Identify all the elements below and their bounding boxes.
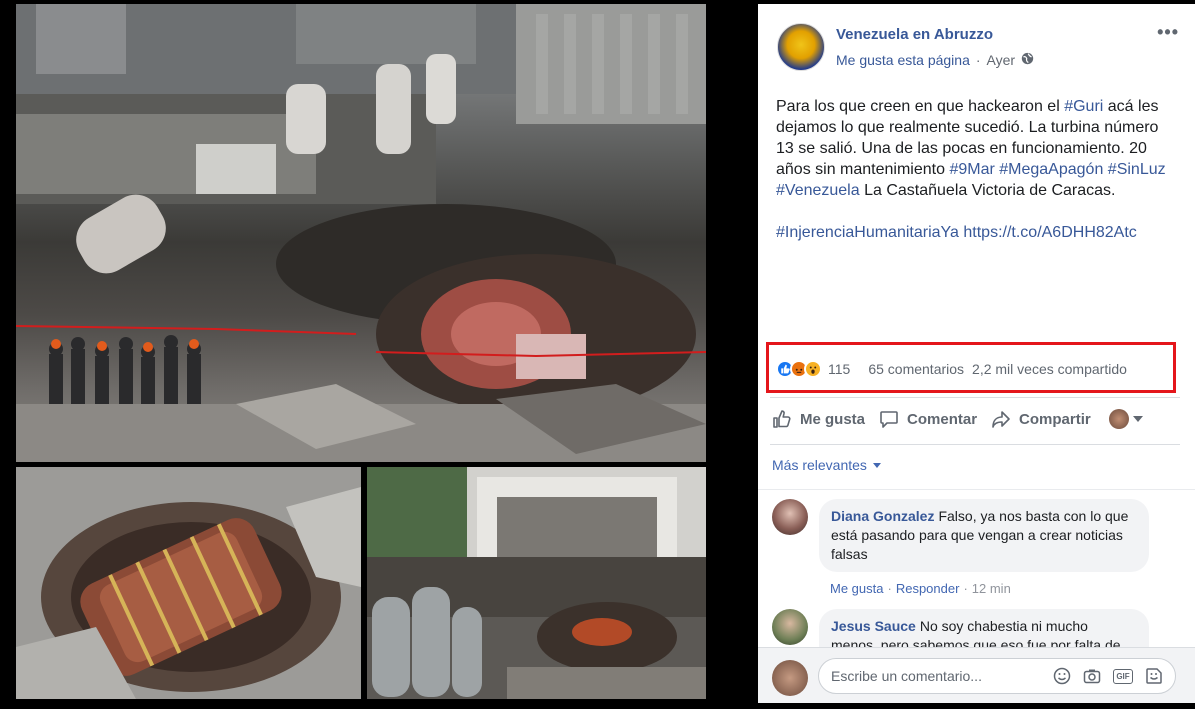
thumbs-up-icon xyxy=(772,409,792,429)
camera-icon[interactable] xyxy=(1083,667,1101,685)
photo-turbine-hall xyxy=(16,4,706,462)
comment-sort-label: Más relevantes xyxy=(772,457,867,473)
comment-button-label: Comentar xyxy=(907,410,978,428)
comment-like-link[interactable]: Me gusta xyxy=(830,581,883,596)
photo-machine-hall xyxy=(367,467,706,699)
sticker-icon[interactable] xyxy=(1145,667,1163,685)
divider xyxy=(758,489,1195,490)
post-text: Para los que creen en que hackearon el #… xyxy=(776,96,1176,243)
comment-input-placeholder: Escribe un comentario... xyxy=(831,668,982,684)
comment-reply-link[interactable]: Responder xyxy=(896,581,960,596)
commenter-avatar[interactable] xyxy=(772,609,808,645)
post-actions: Me gusta Comentar Compartir xyxy=(772,402,1182,436)
comment-item: Jesus Sauce No soy chabestia ni mucho men… xyxy=(772,609,1182,649)
like-page-link[interactable]: Me gusta esta página xyxy=(836,52,970,68)
external-link[interactable]: https://t.co/A6DHH82Atc xyxy=(963,224,1136,241)
post-photo-viewer[interactable] xyxy=(0,0,758,709)
like-button-label: Me gusta xyxy=(800,410,866,428)
share-arrow-icon xyxy=(991,409,1011,429)
speech-bubble-icon xyxy=(879,409,899,429)
comment-bubble: Jesus Sauce No soy chabestia ni mucho men… xyxy=(819,609,1149,649)
post-time[interactable]: Ayer xyxy=(987,52,1016,68)
collapsed-turbine-illustration xyxy=(16,467,361,699)
separator-dot: · xyxy=(975,52,981,68)
post-text-part: La Castañuela Victoria de Caracas. xyxy=(859,182,1116,199)
comment-composer: Escribe un comentario... GIF xyxy=(758,647,1195,703)
user-avatar xyxy=(772,660,808,696)
reaction-identity-picker[interactable] xyxy=(1108,409,1143,429)
hashtag-link[interactable]: #MegaApagón xyxy=(999,161,1103,178)
shares-count-link[interactable]: 2,2 mil veces compartido xyxy=(972,361,1127,377)
user-avatar xyxy=(1108,409,1129,429)
comment-time[interactable]: 12 min xyxy=(972,581,1011,596)
machine-hall-illustration xyxy=(367,467,706,699)
page-avatar[interactable] xyxy=(777,23,825,71)
reactions-summary: 115 65 comentarios 2,2 mil veces compart… xyxy=(776,359,1176,379)
wow-reaction-icon[interactable] xyxy=(804,360,822,378)
hashtag-link[interactable]: #Venezuela xyxy=(776,182,860,199)
hashtag-link[interactable]: #SinLuz xyxy=(1108,161,1166,178)
comment-bubble: Diana Gonzalez Falso, ya nos basta con lo… xyxy=(819,499,1149,572)
turbine-hall-illustration xyxy=(16,4,706,462)
gif-icon[interactable]: GIF xyxy=(1113,668,1133,684)
globe-icon xyxy=(1021,52,1034,68)
comment-author-link[interactable]: Jesus Sauce xyxy=(831,618,916,634)
hashtag-link[interactable]: #InjerenciaHumanitariaYa xyxy=(776,224,959,241)
photo-collapsed-turbine xyxy=(16,467,361,699)
hashtag-link[interactable]: #9Mar xyxy=(949,161,994,178)
hashtag-link[interactable]: #Guri xyxy=(1064,98,1103,115)
chevron-down-icon xyxy=(872,462,881,468)
chevron-down-icon xyxy=(1132,416,1143,422)
share-button[interactable]: Compartir xyxy=(991,409,1091,429)
divider xyxy=(770,397,1180,398)
comments-count-link[interactable]: 65 comentarios xyxy=(868,361,964,377)
comment-input[interactable]: Escribe un comentario... GIF xyxy=(818,658,1176,694)
share-button-label: Compartir xyxy=(1019,410,1091,428)
separator-dot: · xyxy=(887,581,892,596)
divider xyxy=(770,444,1180,445)
more-options-button[interactable]: ••• xyxy=(1157,22,1179,43)
comment-meta: Me gusta · Responder · 12 min xyxy=(830,581,1011,596)
like-button[interactable]: Me gusta xyxy=(772,409,865,429)
commenter-avatar[interactable] xyxy=(772,499,808,535)
composer-tools: GIF xyxy=(1053,667,1163,685)
reaction-count[interactable]: 115 xyxy=(828,361,850,377)
comment-author-link[interactable]: Diana Gonzalez xyxy=(831,508,934,524)
post-panel: Venezuela en Abruzzo Me gusta esta págin… xyxy=(758,4,1195,703)
comment-button[interactable]: Comentar xyxy=(879,409,977,429)
post-text-part: Para los que creen en que hackearon el xyxy=(776,98,1065,115)
post-subheader: Me gusta esta página · Ayer xyxy=(836,52,1034,68)
comment-sort-dropdown[interactable]: Más relevantes xyxy=(772,457,881,473)
separator-dot: · xyxy=(963,581,968,596)
post-header: Venezuela en Abruzzo Me gusta esta págin… xyxy=(758,4,1195,74)
emoji-icon[interactable] xyxy=(1053,667,1071,685)
page-name-link[interactable]: Venezuela en Abruzzo xyxy=(836,26,993,43)
